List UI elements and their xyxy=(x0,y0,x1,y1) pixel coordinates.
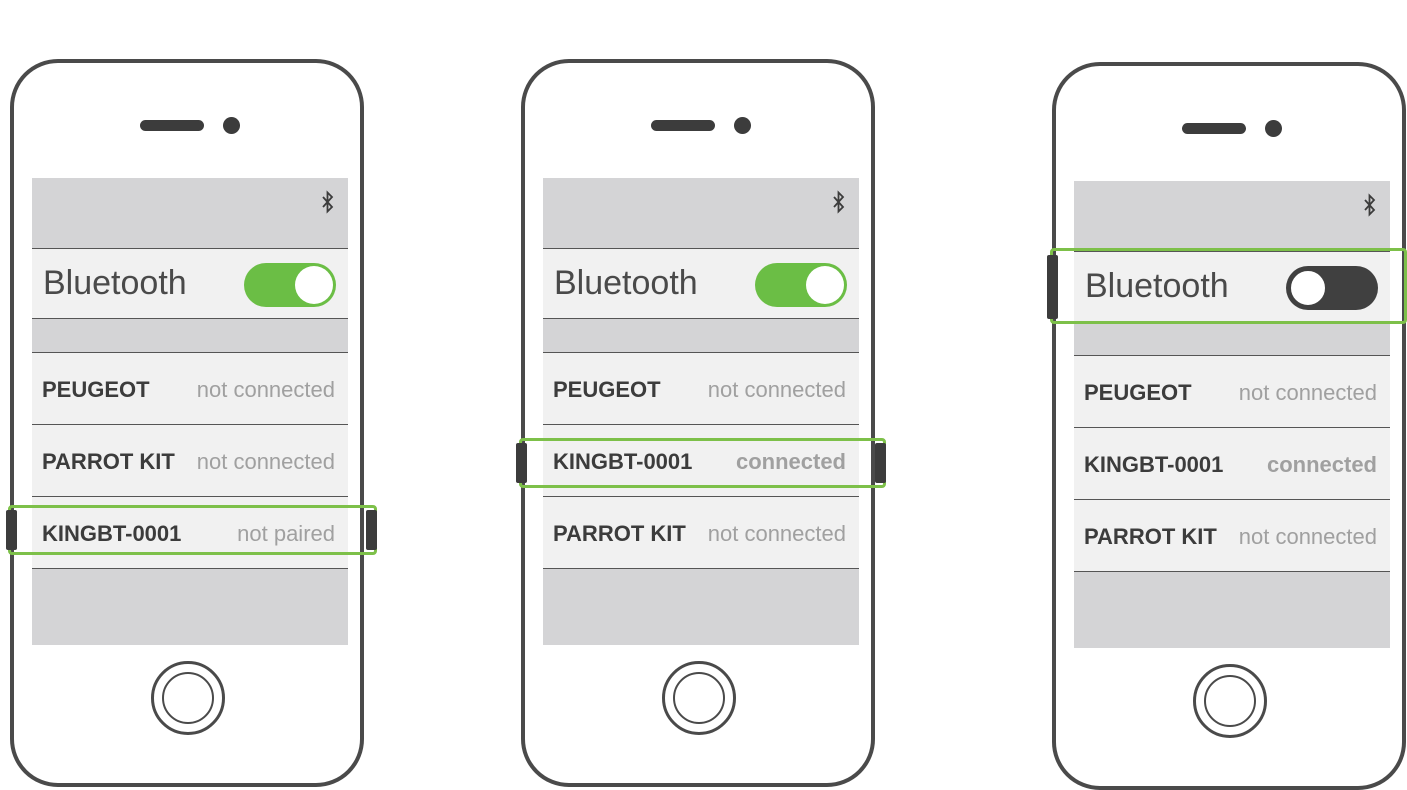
highlight-frame xyxy=(1050,248,1407,324)
device-row-parrot-kit[interactable]: PARROT KIT not connected xyxy=(543,496,859,569)
phone-3: Bluetooth PEUGEOT not connected KINGBT-0… xyxy=(1052,62,1406,790)
bluetooth-icon xyxy=(833,190,845,214)
device-name: PARROT KIT xyxy=(1084,524,1217,549)
device-row-peugeot[interactable]: PEUGEOT not connected xyxy=(1074,355,1390,427)
device-row-peugeot[interactable]: PEUGEOT not connected xyxy=(32,352,348,424)
bluetooth-row[interactable]: Bluetooth xyxy=(543,248,859,319)
status-bar xyxy=(32,178,348,248)
device-name: PEUGEOT xyxy=(42,377,150,402)
highlight-frame xyxy=(8,505,377,555)
device-row-parrot-kit[interactable]: PARROT KIT not connected xyxy=(1074,499,1390,572)
device-list: PEUGEOT not connected KINGBT-0001 connec… xyxy=(1074,355,1390,572)
toggle-knob xyxy=(806,266,844,304)
status-bar xyxy=(1074,181,1390,251)
device-name: PEUGEOT xyxy=(553,377,661,402)
camera-icon xyxy=(734,117,751,134)
phone-1: Bluetooth PEUGEOT not connected PARROT K… xyxy=(10,59,364,787)
device-status: not connected xyxy=(1238,524,1377,549)
speaker-icon xyxy=(140,120,204,131)
bluetooth-toggle[interactable] xyxy=(755,263,847,307)
home-button-icon xyxy=(162,672,214,724)
toggle-knob xyxy=(295,266,333,304)
bluetooth-toggle[interactable] xyxy=(244,263,336,307)
device-status: not connected xyxy=(196,377,335,402)
status-bar xyxy=(543,178,859,248)
device-status: not connected xyxy=(1238,380,1377,405)
device-name: PARROT KIT xyxy=(42,449,175,474)
phone-screen: Bluetooth PEUGEOT not connected KINGBT-0… xyxy=(543,178,859,645)
device-row-peugeot[interactable]: PEUGEOT not connected xyxy=(543,352,859,424)
bluetooth-label: Bluetooth xyxy=(43,264,187,302)
device-status: not connected xyxy=(707,521,846,546)
device-name: PEUGEOT xyxy=(1084,380,1192,405)
device-name: KINGBT-0001 xyxy=(1084,452,1224,477)
device-row-parrot-kit[interactable]: PARROT KIT not connected xyxy=(32,424,348,496)
highlight-frame xyxy=(519,438,886,488)
device-name: PARROT KIT xyxy=(553,521,686,546)
bluetooth-icon xyxy=(1364,193,1376,217)
camera-icon xyxy=(223,117,240,134)
highlight-tab-right xyxy=(875,443,886,483)
bluetooth-label: Bluetooth xyxy=(554,264,698,302)
phone-2: Bluetooth PEUGEOT not connected KINGBT-0… xyxy=(521,59,875,787)
speaker-icon xyxy=(651,120,715,131)
home-button[interactable] xyxy=(151,661,225,735)
device-status: not connected xyxy=(196,449,335,474)
home-button-icon xyxy=(673,672,725,724)
highlight-tab-left xyxy=(516,443,527,483)
camera-icon xyxy=(1265,120,1282,137)
highlight-tab-right xyxy=(366,510,377,550)
home-button[interactable] xyxy=(1193,664,1267,738)
highlight-tab-left xyxy=(6,510,17,550)
home-button-icon xyxy=(1204,675,1256,727)
home-button[interactable] xyxy=(662,661,736,735)
device-row-kingbt[interactable]: KINGBT-0001 connected xyxy=(1074,427,1390,499)
device-status: connected xyxy=(1266,452,1377,477)
bluetooth-row[interactable]: Bluetooth xyxy=(32,248,348,319)
speaker-icon xyxy=(1182,123,1246,134)
bluetooth-icon xyxy=(322,190,334,214)
phone-screen: Bluetooth PEUGEOT not connected PARROT K… xyxy=(32,178,348,645)
highlight-tab-left xyxy=(1047,255,1058,319)
device-status: not connected xyxy=(707,377,846,402)
